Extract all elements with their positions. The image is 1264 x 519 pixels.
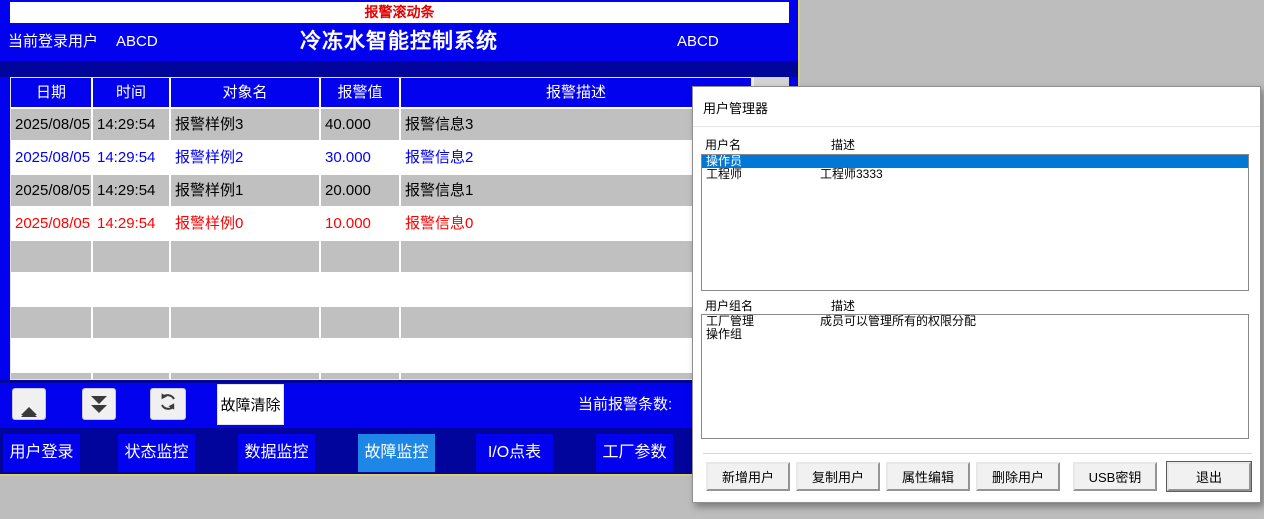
cell-time: 14:29:54	[93, 109, 169, 140]
alarm-ticker: 报警滚动条	[10, 2, 789, 23]
column-header-date: 日期	[11, 78, 91, 107]
cell-object: 报警样例3	[171, 109, 319, 140]
double-chevron-down-icon	[91, 395, 107, 414]
user-list-item[interactable]: 工程师 工程师3333	[702, 168, 1248, 181]
header-band: 当前登录用户ABCD 冷冻水智能控制系统 ABCD	[0, 23, 798, 61]
cell-time: 14:29:54	[93, 175, 169, 206]
table-bottom-divider	[0, 380, 798, 383]
group-list-item[interactable]: 操作组	[702, 328, 1248, 341]
user-name: 工程师	[706, 168, 742, 181]
dialog-title: 用户管理器	[703, 98, 768, 117]
cell-value: 10.000	[321, 208, 399, 239]
cell-time: 14:29:54	[93, 208, 169, 239]
nav-bar: 用户登录 状态监控 数据监控 故障监控 I/O点表 工厂参数	[0, 428, 798, 474]
user-manager-dialog: 用户管理器 用户名 描述 操作员 工程师 工程师3333 用户组名 描述 工厂管…	[692, 86, 1261, 503]
cell-date: 2025/08/05	[11, 175, 91, 206]
column-header-object: 对象名	[171, 78, 319, 107]
scroll-up-button[interactable]	[12, 388, 46, 420]
cell-date: 2025/08/05	[11, 142, 91, 173]
double-chevron-up-icon	[21, 390, 37, 418]
nav-data-monitor[interactable]: 数据监控	[238, 434, 315, 472]
groups-name-header: 用户组名	[705, 297, 753, 314]
cell-object: 报警样例0	[171, 208, 319, 239]
edit-props-button[interactable]: 属性编辑	[886, 462, 970, 491]
cell-time: 14:29:54	[93, 142, 169, 173]
refresh-button[interactable]	[150, 388, 186, 420]
groups-listbox[interactable]: 工厂管理 成员可以管理所有的权限分配 操作组	[701, 314, 1249, 439]
nav-user-login[interactable]: 用户登录	[3, 434, 80, 472]
cell-date: 2025/08/05	[11, 208, 91, 239]
group-desc: 成员可以管理所有的权限分配	[820, 315, 976, 328]
cell-object: 报警样例1	[171, 175, 319, 206]
fault-clear-button[interactable]: 故障清除	[217, 384, 284, 425]
cell-value: 30.000	[321, 142, 399, 173]
column-header-value: 报警值	[321, 78, 399, 107]
cell-value: 20.000	[321, 175, 399, 206]
user-list-item-selected[interactable]: 操作员	[702, 155, 1248, 168]
cell-object: 报警样例2	[171, 142, 319, 173]
main-window: 报警滚动条 当前登录用户ABCD 冷冻水智能控制系统 ABCD 日期 时间 对象…	[0, 0, 800, 476]
column-header-time: 时间	[93, 78, 169, 107]
nav-factory-params[interactable]: 工厂参数	[596, 434, 673, 472]
alarm-table: 日期 时间 对象名 报警值 报警描述 2025/08/05 14:29:54 报…	[10, 77, 752, 380]
dialog-button-separator	[703, 453, 1252, 454]
groups-desc-header: 描述	[831, 297, 855, 314]
dialog-title-separator	[693, 126, 1260, 127]
copy-user-button[interactable]: 复制用户	[796, 462, 880, 491]
nav-io-table[interactable]: I/O点表	[476, 434, 553, 472]
cell-date: 2025/08/05	[11, 109, 91, 140]
group-name: 操作组	[706, 328, 742, 341]
nav-status-monitor[interactable]: 状态监控	[118, 434, 195, 472]
users-name-header: 用户名	[705, 136, 741, 153]
refresh-icon	[158, 392, 178, 417]
users-listbox[interactable]: 操作员 工程师 工程师3333	[701, 154, 1249, 291]
usb-key-button[interactable]: USB密钥	[1073, 462, 1157, 491]
users-desc-header: 描述	[831, 136, 855, 153]
delete-user-button[interactable]: 删除用户	[976, 462, 1060, 491]
add-user-button[interactable]: 新增用户	[706, 462, 790, 491]
nav-fault-monitor[interactable]: 故障监控	[358, 434, 435, 472]
group-list-item[interactable]: 工厂管理 成员可以管理所有的权限分配	[702, 315, 1248, 328]
alarm-count-label: 当前报警条数:	[578, 384, 672, 425]
user-desc: 工程师3333	[820, 168, 883, 181]
exit-button[interactable]: 退出	[1167, 462, 1251, 491]
desktop: 报警滚动条 当前登录用户ABCD 冷冻水智能控制系统 ABCD 日期 时间 对象…	[0, 0, 1264, 519]
header-divider-band	[0, 61, 798, 77]
cell-value: 40.000	[321, 109, 399, 140]
header-right-user: ABCD	[677, 23, 719, 61]
scroll-down-button[interactable]	[82, 388, 116, 420]
